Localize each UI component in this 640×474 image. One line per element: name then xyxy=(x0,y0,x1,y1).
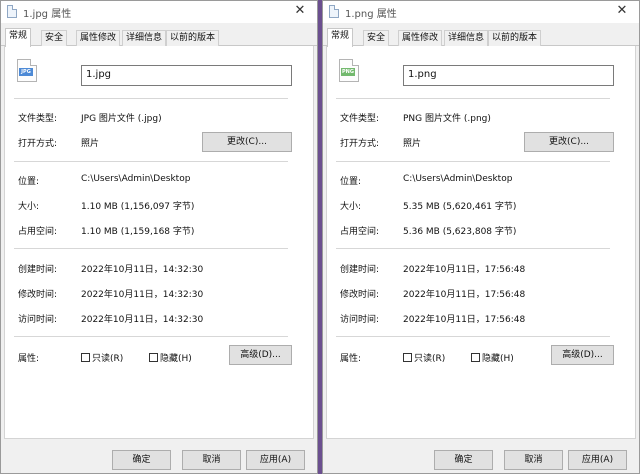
modified-label: 修改时间: xyxy=(340,290,380,300)
close-button[interactable]: ✕ xyxy=(283,1,317,23)
readonly-label: 只读(R) xyxy=(414,354,446,364)
created-value: 2022年10月11日，17:56:48 xyxy=(403,265,526,275)
attributes-label: 属性: xyxy=(340,354,362,364)
ok-button[interactable]: 确定 xyxy=(112,450,171,470)
filename-input[interactable]: 1.jpg xyxy=(81,65,292,86)
filename-input[interactable]: 1.png xyxy=(403,65,614,86)
readonly-checkbox[interactable]: 只读(R) xyxy=(81,351,123,364)
divider xyxy=(336,98,610,99)
window-title: 1.png 属性 xyxy=(345,9,397,20)
tab-general[interactable]: 常规 xyxy=(5,28,32,47)
modified-label: 修改时间: xyxy=(18,290,58,300)
divider xyxy=(14,161,288,162)
tab-bar: 常规 安全 属性修改 详细信息 以前的版本 xyxy=(323,28,639,47)
advanced-button[interactable]: 高级(D)... xyxy=(229,345,292,365)
change-button[interactable]: 更改(C)... xyxy=(202,132,292,152)
tab-attribute-edit[interactable]: 属性修改 xyxy=(76,30,121,46)
hidden-checkbox[interactable]: 隐藏(H) xyxy=(471,351,514,364)
size-label: 大小: xyxy=(340,202,362,212)
general-panel: JPG 1.jpg 文件类型: JPG 图片文件 (.jpg) 打开方式: 照片… xyxy=(4,46,314,439)
size-on-disk-value: 5.36 MB (5,623,808 字节) xyxy=(403,227,517,237)
open-with-label: 打开方式: xyxy=(340,139,380,149)
hidden-checkbox[interactable]: 隐藏(H) xyxy=(149,351,192,364)
checkbox-box[interactable] xyxy=(403,353,412,362)
accessed-label: 访问时间: xyxy=(18,315,58,325)
divider xyxy=(14,98,288,99)
file-type-label: 文件类型: xyxy=(340,114,380,124)
close-button[interactable]: ✕ xyxy=(605,1,639,23)
divider xyxy=(336,248,610,249)
size-on-disk-label: 占用空间: xyxy=(18,227,58,237)
readonly-checkbox[interactable]: 只读(R) xyxy=(403,351,445,364)
modified-value: 2022年10月11日，14:32:30 xyxy=(81,290,204,300)
tab-previous-versions[interactable]: 以前的版本 xyxy=(488,30,542,46)
file-type-value: JPG 图片文件 (.jpg) xyxy=(81,114,162,124)
readonly-label: 只读(R) xyxy=(92,354,124,364)
cancel-button[interactable]: 取消 xyxy=(504,450,563,470)
created-label: 创建时间: xyxy=(340,265,380,275)
modified-value: 2022年10月11日，17:56:48 xyxy=(403,290,526,300)
tab-details[interactable]: 详细信息 xyxy=(444,30,489,46)
tab-general[interactable]: 常规 xyxy=(327,28,354,47)
general-panel: PNG 1.png 文件类型: PNG 图片文件 (.png) 打开方式: 照片… xyxy=(326,46,636,439)
tab-details[interactable]: 详细信息 xyxy=(122,30,167,46)
location-label: 位置: xyxy=(340,177,362,187)
title-bar[interactable]: 1.jpg 属性 ✕ xyxy=(1,1,317,23)
cancel-button[interactable]: 取消 xyxy=(182,450,241,470)
properties-window-jpg: 1.jpg 属性 ✕ 常规 安全 属性修改 详细信息 以前的版本 JPG 1.j… xyxy=(0,0,318,474)
size-value: 1.10 MB (1,156,097 字节) xyxy=(81,202,195,212)
file-icon xyxy=(7,5,17,18)
change-button[interactable]: 更改(C)... xyxy=(524,132,614,152)
size-value: 5.35 MB (5,620,461 字节) xyxy=(403,202,517,212)
accessed-label: 访问时间: xyxy=(340,315,380,325)
accessed-value: 2022年10月11日，17:56:48 xyxy=(403,315,526,325)
file-icon xyxy=(329,5,339,18)
location-value: C:\Users\Admin\Desktop xyxy=(403,174,513,184)
size-label: 大小: xyxy=(18,202,40,212)
apply-button[interactable]: 应用(A) xyxy=(246,450,305,470)
ok-button[interactable]: 确定 xyxy=(434,450,493,470)
tab-security[interactable]: 安全 xyxy=(41,30,68,46)
title-bar[interactable]: 1.png 属性 ✕ xyxy=(323,1,639,23)
file-type-badge: JPG xyxy=(19,68,33,76)
location-value: C:\Users\Admin\Desktop xyxy=(81,174,191,184)
open-with-label: 打开方式: xyxy=(18,139,58,149)
checkbox-box[interactable] xyxy=(81,353,90,362)
open-with-value: 照片 xyxy=(81,139,100,149)
divider xyxy=(336,336,610,337)
png-file-icon: PNG xyxy=(339,59,359,82)
size-on-disk-label: 占用空间: xyxy=(340,227,380,237)
file-type-badge: PNG xyxy=(341,68,355,76)
location-label: 位置: xyxy=(18,177,40,187)
divider xyxy=(14,248,288,249)
open-with-value: 照片 xyxy=(403,139,422,149)
checkbox-box[interactable] xyxy=(149,353,158,362)
hidden-label: 隐藏(H) xyxy=(482,354,514,364)
advanced-button[interactable]: 高级(D)... xyxy=(551,345,614,365)
accessed-value: 2022年10月11日，14:32:30 xyxy=(81,315,204,325)
size-on-disk-value: 1.10 MB (1,159,168 字节) xyxy=(81,227,195,237)
checkbox-box[interactable] xyxy=(471,353,480,362)
tab-previous-versions[interactable]: 以前的版本 xyxy=(166,30,220,46)
created-label: 创建时间: xyxy=(18,265,58,275)
properties-window-png: 1.png 属性 ✕ 常规 安全 属性修改 详细信息 以前的版本 PNG 1.p… xyxy=(322,0,640,474)
file-type-value: PNG 图片文件 (.png) xyxy=(403,114,491,124)
hidden-label: 隐藏(H) xyxy=(160,354,192,364)
apply-button[interactable]: 应用(A) xyxy=(568,450,627,470)
attributes-label: 属性: xyxy=(18,354,40,364)
window-title: 1.jpg 属性 xyxy=(23,9,72,20)
created-value: 2022年10月11日，14:32:30 xyxy=(81,265,204,275)
jpg-file-icon: JPG xyxy=(17,59,37,82)
tab-attribute-edit[interactable]: 属性修改 xyxy=(398,30,443,46)
tab-bar: 常规 安全 属性修改 详细信息 以前的版本 xyxy=(1,28,317,47)
file-type-label: 文件类型: xyxy=(18,114,58,124)
tab-security[interactable]: 安全 xyxy=(363,30,390,46)
divider xyxy=(336,161,610,162)
divider xyxy=(14,336,288,337)
